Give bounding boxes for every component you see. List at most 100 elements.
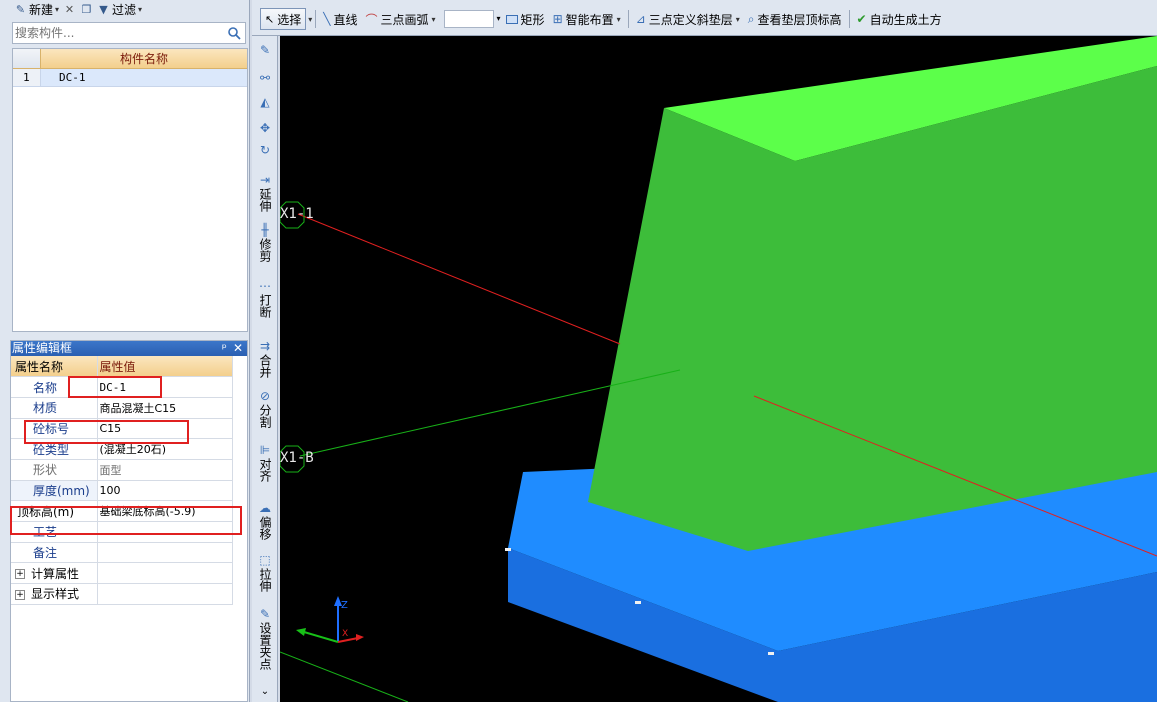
delete-icon[interactable]: ✕	[63, 3, 76, 16]
break-icon: ⋯	[259, 279, 271, 293]
expand-icon[interactable]: +	[15, 589, 25, 600]
vertex-marker	[505, 548, 511, 551]
stretch-tool[interactable]: ⬚ 拉伸	[252, 554, 278, 594]
extend-icon: ⇥	[259, 173, 271, 187]
property-row-top-elevation[interactable]: 顶标高(m) 基础梁底标高(-5.9)	[11, 500, 233, 522]
chevron-down-icon: ▾	[496, 14, 501, 23]
more-tools[interactable]: ⌄	[252, 686, 278, 698]
axis-label-x1-b[interactable]: X1-B	[280, 450, 314, 466]
property-row-concrete-grade[interactable]: 砼标号 C15	[11, 418, 233, 440]
cursor-icon: ↖	[265, 12, 275, 26]
new-button[interactable]: ✎ 新建 ▾	[14, 1, 59, 18]
filter-button[interactable]: ▼ 过滤 ▾	[97, 1, 142, 18]
align-tool[interactable]: ⊫ 对齐	[252, 444, 278, 484]
mirror-icon: ◭	[260, 95, 270, 109]
pen-icon: ✎	[259, 43, 271, 57]
search-box	[12, 22, 246, 44]
copy-icon: ⚯	[259, 71, 271, 85]
arc-option-dropdown[interactable]: ▾	[443, 10, 501, 28]
vertex-marker	[768, 652, 774, 655]
property-row-name[interactable]: 名称 DC-1	[11, 376, 233, 398]
svg-text:X: X	[342, 629, 348, 639]
property-editor-titlebar: 属性编辑框 ᵖ ✕	[11, 341, 247, 356]
pin-icon[interactable]: ᵖ	[222, 341, 227, 356]
offset-tool[interactable]: ☁ 偏移	[252, 502, 278, 542]
property-row-process[interactable]: 工艺	[11, 521, 233, 543]
new-icon: ✎	[15, 2, 26, 16]
rotate-tool[interactable]: ↻	[252, 144, 278, 158]
pen-tool[interactable]: ✎	[252, 44, 278, 58]
stretch-icon: ⬚	[259, 553, 271, 567]
copy-icon[interactable]: ❐	[80, 3, 93, 16]
arc-button[interactable]: ⌒ 三点画弧 ▾	[362, 8, 440, 30]
slope-icon: ⊿	[635, 12, 646, 26]
component-name: DC-1	[59, 71, 86, 84]
grid-icon: ⊞	[552, 12, 563, 26]
property-group-display[interactable]: + 显示样式	[11, 583, 233, 605]
merge-tool[interactable]: ⇉ 合并	[252, 340, 278, 380]
left-panel: ✎ 新建 ▾ ✕ ❐ ▼ 过滤 ▾ 构件名称 1 DC-1 属性编辑框	[0, 0, 250, 702]
property-editor: 属性编辑框 ᵖ ✕ 属性名称 属性值 名称 DC-1 材质 商品混凝土C15 砼…	[10, 340, 248, 702]
split-icon: ⊘	[259, 389, 271, 403]
chevron-down-icon: ▾	[431, 14, 436, 24]
view-icon: ⌕	[747, 11, 755, 26]
property-table-header: 属性名称 属性值	[11, 356, 233, 378]
component-toolbar: ✎ 新建 ▾ ✕ ❐ ▼ 过滤 ▾	[0, 0, 250, 18]
component-list: 构件名称 1 DC-1	[12, 48, 248, 332]
property-row-remark[interactable]: 备注	[11, 542, 233, 564]
axis-label-x1-1[interactable]: X1-1	[280, 206, 314, 222]
property-row-thickness[interactable]: 厚度(mm) 100	[11, 480, 233, 502]
move-icon: ✥	[259, 121, 271, 135]
break-tool[interactable]: ⋯ 打断	[252, 280, 278, 320]
view-top-elevation-button[interactable]: ⌕ 查看垫层顶标高	[744, 8, 846, 30]
property-row-concrete-type[interactable]: 砼类型 (混凝土20石)	[11, 438, 233, 460]
arc-icon: ⌒	[365, 12, 378, 27]
grip-icon: ✎	[259, 607, 271, 621]
select-button[interactable]: ↖ 选择	[260, 8, 307, 30]
mirror-tool[interactable]: ◭	[252, 96, 278, 110]
property-row-shape: 形状 面型	[11, 459, 233, 481]
chevron-down-icon: ▾	[55, 4, 60, 14]
component-list-header: 构件名称	[13, 49, 247, 69]
vertex-marker	[635, 601, 641, 604]
axis-line-bottom	[280, 651, 409, 702]
chevron-down-icon: ▾	[616, 14, 621, 24]
split-tool[interactable]: ⊘ 分割	[252, 390, 278, 430]
filter-icon: ▼	[99, 2, 108, 16]
copy-tool[interactable]: ⚯	[252, 72, 278, 86]
move-tool[interactable]: ✥	[252, 122, 278, 136]
axis-triad-icon: Z X	[296, 596, 364, 643]
extend-tool[interactable]: ⇥ 延伸	[252, 174, 278, 214]
modify-toolbar: ✎ ⚯ ◭ ✥ ↻ ⇥ 延伸 ╫ 修剪 ⋯ 打断 ⇉ 合并 ⊘ 分割 ⊫ 对齐 ☁ 偏移 ⬚ 拉…	[252, 36, 278, 702]
auto-earthwork-button[interactable]: ✔ 自动生成土方	[853, 8, 946, 30]
smart-layout-button[interactable]: ⊞ 智能布置 ▾	[549, 8, 625, 30]
chevron-down-icon: ▾	[138, 4, 143, 14]
rect-button[interactable]: 矩形	[502, 8, 549, 30]
search-input[interactable]	[13, 23, 223, 43]
svg-text:Z: Z	[341, 600, 348, 611]
axis-line-x1-1	[297, 213, 621, 345]
property-editor-title: 属性编辑框	[12, 341, 73, 355]
draw-toolbar: ↖ 选择 ▾ ╲ 直线 ⌒ 三点画弧 ▾ ▾ 矩形 ⊞ 智能布置 ▾ ⊿ 三点定…	[252, 0, 1157, 36]
expand-icon[interactable]: +	[15, 569, 25, 580]
close-icon[interactable]: ✕	[233, 341, 243, 356]
row-index: 1	[13, 69, 41, 86]
trim-tool[interactable]: ╫ 修剪	[252, 224, 278, 264]
line-button[interactable]: ╲ 直线	[319, 8, 361, 30]
define-slope-button[interactable]: ⊿ 三点定义斜垫层 ▾	[632, 8, 744, 30]
merge-icon: ⇉	[259, 339, 271, 353]
3d-viewport[interactable]: Z X X1-1 X1-B	[280, 36, 1157, 702]
chevron-down-icon: ▾	[735, 14, 740, 24]
property-group-calc[interactable]: + 计算属性	[11, 562, 233, 585]
grip-tool[interactable]: ✎ 设置夹点	[252, 608, 278, 672]
double-chevron-down-icon: ⌄	[260, 686, 270, 697]
line-icon: ╲	[323, 12, 331, 26]
rectangle-icon	[505, 14, 518, 24]
offset-icon: ☁	[259, 501, 271, 515]
search-icon[interactable]	[227, 26, 241, 40]
viewport-canvas: Z X	[280, 36, 1157, 702]
chevron-down-icon[interactable]: ▾	[308, 15, 312, 24]
align-icon: ⊫	[259, 443, 271, 457]
property-row-material[interactable]: 材质 商品混凝土C15	[11, 397, 233, 419]
component-row[interactable]: 1 DC-1	[13, 69, 247, 87]
